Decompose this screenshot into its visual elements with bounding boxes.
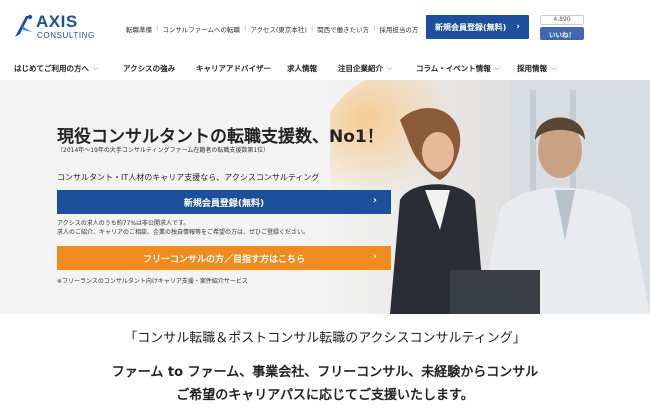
- divider: |: [156, 24, 159, 32]
- fb-like-count: 4,890: [540, 15, 584, 25]
- register-note: アクシスの求人のうち約77%は非公開求人です。: [57, 220, 190, 227]
- hero-register-label: 新規会員登録(無料): [183, 198, 265, 209]
- header-register-button[interactable]: 新規会員登録(無料) ›: [426, 15, 529, 39]
- logo-text: AXIS: [36, 12, 78, 31]
- util-link-kansai[interactable]: 関西で働きたい方: [317, 24, 369, 34]
- divider: |: [244, 24, 247, 32]
- facebook-like-widget: 4,890 いいね！: [540, 15, 584, 41]
- chevron-right-icon: ›: [516, 22, 521, 32]
- hero-note: （2014年～19年の大手コンサルティングファーム在籍者の転職支援数第1位）: [57, 147, 270, 154]
- nav-item-label: 採用情報: [517, 64, 547, 73]
- chevron-down-icon: ⌵: [93, 64, 99, 72]
- nav-item-jobs[interactable]: 求人情報: [287, 63, 317, 74]
- nav-item-label: コラム・イベント情報: [416, 64, 491, 73]
- chevron-down-icon: ⌵: [387, 64, 393, 72]
- tagline: 「コンサル転職＆ポストコンサル転職のアクシスコンサルティング」: [124, 331, 526, 346]
- logo-subtext: CONSULTING: [37, 31, 95, 40]
- site-header: AXIS CONSULTING 転職準備 | コンサルファームへの転職 | アクセス…: [0, 0, 650, 56]
- nav-item-label: 求人情報: [287, 64, 317, 73]
- util-link-access[interactable]: アクセス(東京本社): [250, 24, 307, 34]
- description-line: ご希望のキャリアパスに応じてご支援いたします。: [176, 388, 474, 403]
- utility-links: 転職準備 | コンサルファームへの転職 | アクセス(東京本社) | 関西で働きたい方…: [126, 24, 418, 34]
- hero-section: 現役コンサルタントの転職支援数、No1！ （2014年～19年の大手コンサルティ…: [0, 80, 650, 314]
- main-nav: はじめてご利用の方へ ⌵ アクシスの強み キャリアアドバイザー 求人情報 注目企…: [0, 56, 650, 80]
- divider: |: [310, 24, 314, 32]
- fb-like-label: いいね！: [549, 30, 575, 39]
- fb-like-button[interactable]: いいね！: [540, 27, 584, 40]
- util-link-firm[interactable]: コンサルファームへの転職: [162, 24, 240, 34]
- hero-lead: コンサルタント・IT人材のキャリア支援なら、アクシスコンサルティング: [57, 173, 320, 182]
- description-line: ファーム to ファーム、事業会社、フリーコンサル、未経験からコンサル: [111, 365, 539, 380]
- freelance-button-label: フリーコンサルの方／目指す方はこちら: [142, 254, 305, 265]
- divider: |: [373, 24, 376, 32]
- nav-item-companies[interactable]: 注目企業紹介 ⌵: [338, 63, 392, 74]
- chevron-right-icon: ›: [372, 195, 377, 206]
- register-note: 求人のご紹介、キャリアのご相談、企業の独自情報等をご希望の方は、ぜひご登録くださ…: [57, 229, 310, 236]
- util-link-prep[interactable]: 転職準備: [126, 24, 152, 34]
- chevron-right-icon: ›: [372, 251, 377, 262]
- nav-item-label: はじめてご利用の方へ: [14, 64, 89, 73]
- chevron-down-icon: ⌵: [551, 64, 557, 72]
- hero-title: 現役コンサルタントの転職支援数、No1！: [57, 127, 384, 147]
- nav-item-label: 注目企業紹介: [338, 64, 383, 73]
- util-link-recruiter[interactable]: 採用担当の方: [379, 24, 418, 34]
- logo[interactable]: AXIS CONSULTING: [12, 10, 102, 44]
- nav-item-label: アクシスの強み: [123, 64, 176, 73]
- nav-item-careers[interactable]: 採用情報 ⌵: [517, 63, 556, 74]
- freelance-note: ※フリーランスのコンサルタント向けキャリア支援・案件紹介サービス: [57, 278, 248, 285]
- axis-logo-icon: [15, 14, 33, 37]
- chevron-down-icon: ⌵: [494, 64, 501, 72]
- register-button-label: 新規会員登録(無料): [434, 22, 507, 32]
- nav-item-columns[interactable]: コラム・イベント情報 ⌵: [416, 63, 500, 74]
- hero-register-button[interactable]: 新規会員登録(無料) ›: [57, 190, 391, 214]
- nav-item-label: キャリアアドバイザー: [196, 64, 271, 73]
- freelance-button[interactable]: フリーコンサルの方／目指す方はこちら ›: [57, 246, 391, 270]
- nav-item-first-time[interactable]: はじめてご利用の方へ ⌵: [14, 63, 98, 74]
- nav-item-strengths[interactable]: アクシスの強み: [123, 63, 175, 74]
- nav-item-advisors[interactable]: キャリアアドバイザー: [196, 63, 271, 74]
